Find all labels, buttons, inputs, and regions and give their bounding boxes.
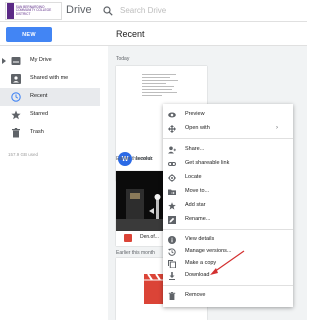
menu-item-share[interactable]: Share... [163, 145, 293, 156]
menu-item-open-with[interactable]: Open with › [163, 124, 293, 135]
sidebar-item-label: Shared with me [30, 75, 69, 81]
download-icon [169, 272, 175, 280]
people-icon [11, 74, 21, 84]
trash-icon [12, 128, 20, 138]
open-with-icon [168, 125, 176, 133]
menu-item-move-to[interactable]: Move to... [163, 187, 293, 198]
section-earlier-month: Earlier this month [116, 250, 155, 256]
search-input[interactable] [120, 4, 270, 17]
sidebar-item-recent[interactable]: Recent [0, 88, 100, 106]
menu-item-remove[interactable]: Remove [163, 291, 293, 302]
page-title: Recent [116, 29, 145, 39]
drive-icon [11, 57, 21, 65]
menu-item-label: Manage versions... [185, 248, 232, 254]
menu-item-label: Download [185, 272, 210, 278]
eye-icon [168, 112, 176, 118]
menu-item-label: Preview [185, 111, 205, 117]
menu-divider [163, 229, 293, 230]
sidebar-item-shared[interactable]: Shared with me [0, 70, 100, 88]
star-icon [11, 110, 21, 120]
star-icon [168, 202, 176, 210]
section-today: Today [116, 56, 130, 62]
menu-divider [163, 285, 293, 286]
logo-text: San Bernardino Community College Distric… [15, 4, 52, 16]
college-logo[interactable]: San Bernardino Community College Distric… [5, 2, 62, 20]
menu-item-label: Move to... [185, 188, 210, 194]
clock-icon [11, 92, 21, 102]
menu-item-label: Make a copy [185, 260, 217, 266]
video-file-icon [124, 234, 132, 242]
menu-item-make-copy[interactable]: Make a copy [163, 259, 293, 270]
app-title: Drive [66, 4, 92, 16]
menu-item-label: View details [185, 236, 215, 242]
history-icon [168, 248, 176, 256]
edit-icon [168, 216, 176, 224]
sidebar-item-label: My Drive [30, 57, 52, 63]
menu-item-label: Rename... [185, 216, 211, 222]
menu-item-label: Remove [185, 292, 206, 298]
sidebar-item-my-drive[interactable]: My Drive [0, 52, 100, 70]
menu-item-download[interactable]: Download [163, 271, 293, 282]
section-earlier-week: Earlier this week [116, 156, 153, 162]
sidebar-item-label: Starred [30, 111, 49, 117]
sidebar-item-label: Trash [30, 129, 44, 135]
context-menu: Preview Open with › Share... Get shareab… [163, 104, 293, 307]
menu-item-preview[interactable]: Preview [163, 110, 293, 121]
menu-item-add-star[interactable]: Add star [163, 201, 293, 212]
search-icon[interactable] [103, 6, 113, 16]
sidebar: My Drive Shared with me Recent Starred T… [0, 52, 100, 142]
trash-icon [168, 292, 176, 300]
locate-icon [168, 174, 176, 182]
app-header: San Bernardino Community College Distric… [0, 0, 307, 22]
file-name: Den.of... [140, 234, 159, 240]
link-icon [168, 162, 176, 166]
menu-item-view-details[interactable]: View details [163, 235, 293, 246]
menu-item-get-link[interactable]: Get shareable link [163, 159, 293, 170]
menu-item-label: Locate [185, 174, 202, 180]
menu-item-label: Add star [185, 202, 206, 208]
folder-move-icon [168, 189, 176, 195]
menu-item-label: Share... [185, 146, 205, 152]
caret-right-icon[interactable] [2, 58, 6, 64]
share-person-icon [168, 146, 176, 154]
menu-item-label: Open with [185, 125, 210, 131]
menu-divider [163, 138, 293, 139]
menu-item-manage-versions[interactable]: Manage versions... [163, 247, 293, 258]
copy-icon [168, 260, 176, 268]
info-icon [168, 236, 176, 244]
storage-usage: 157.9 GB used [8, 152, 39, 157]
menu-item-rename[interactable]: Rename... [163, 215, 293, 226]
chevron-right-icon: › [276, 125, 278, 131]
menu-item-label: Get shareable link [185, 160, 230, 166]
sidebar-item-label: Recent [30, 93, 48, 99]
college-seal-icon [7, 3, 14, 19]
menu-item-locate[interactable]: Locate [163, 173, 293, 184]
sidebar-item-starred[interactable]: Starred [0, 106, 100, 124]
doc-preview [142, 72, 182, 108]
sidebar-item-trash[interactable]: Trash [0, 124, 100, 142]
new-button[interactable]: NEW [6, 27, 52, 42]
